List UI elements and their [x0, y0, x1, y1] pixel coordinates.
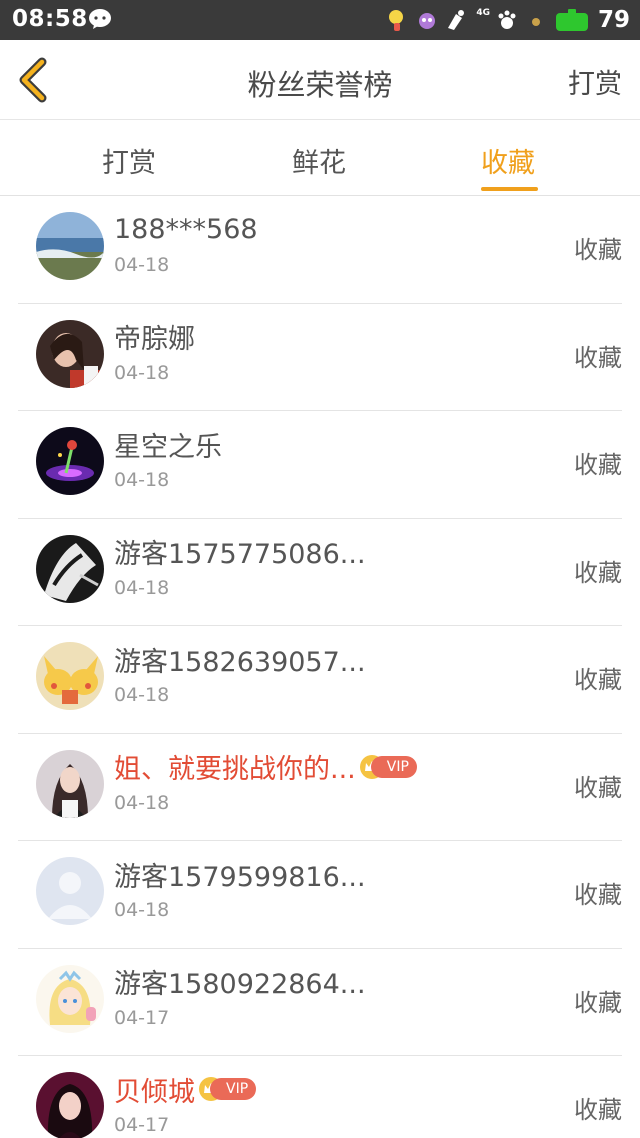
dark-hair-woman-avatar-icon — [36, 1072, 104, 1138]
date-label: 04-17 — [114, 1006, 170, 1029]
list-item[interactable]: 星空之乐 04-18 收藏 — [18, 411, 622, 519]
list-item[interactable]: 游客1580922864... 04-17 收藏 — [18, 949, 622, 1056]
list-item[interactable]: 游客1579599816... 04-18 收藏 — [18, 841, 622, 949]
tab-flowers[interactable]: 鲜花 — [292, 141, 346, 180]
date-label: 04-17 — [114, 1114, 170, 1136]
dark-sketch-avatar-icon — [36, 534, 104, 603]
vip-label: VIP — [370, 755, 417, 778]
date-label: 04-18 — [114, 899, 170, 921]
date-label: 04-18 — [114, 684, 170, 706]
user-name: 星空之乐 — [114, 431, 222, 463]
date-label: 04-18 — [114, 469, 170, 491]
user-name: 帝腙娜 — [114, 324, 195, 355]
action-label: 收藏 — [574, 1096, 622, 1124]
action-label: 收藏 — [574, 451, 622, 479]
status-icons: 4G 79 — [381, 4, 630, 36]
tab-reward[interactable]: 打赏 — [102, 141, 156, 180]
network-label: 4G — [476, 8, 490, 18]
vip-badge: VIP — [198, 1077, 257, 1101]
small-app-icon — [531, 18, 540, 26]
date-label: 04-18 — [114, 791, 170, 814]
action-label: 收藏 — [574, 343, 622, 372]
user-name: 游客1575775086... — [114, 539, 366, 570]
user-name: 游客1579599816... — [114, 861, 366, 893]
user-name: 188***568 — [114, 213, 258, 245]
paw-app-icon — [498, 10, 516, 29]
back-button[interactable] — [10, 54, 60, 106]
anime-girl-avatar-icon — [36, 964, 104, 1033]
reward-button[interactable]: 打赏 — [568, 62, 622, 101]
fan-list: 188***568 04-18 收藏 帝腙娜 04-18 收藏 星空之乐 04-… — [0, 196, 640, 1138]
seascape-avatar-icon — [36, 212, 104, 280]
action-label: 收藏 — [574, 236, 622, 264]
list-item[interactable]: 游客1582639057... 04-18 收藏 — [18, 626, 622, 734]
default-user-avatar-icon — [36, 857, 104, 925]
active-tab-indicator — [481, 187, 538, 191]
vip-label: VIP — [210, 1078, 257, 1100]
status-bar: 08:58 4G 79 — [0, 0, 640, 40]
battery-level: 79 — [597, 7, 630, 33]
action-label: 收藏 — [574, 558, 622, 587]
status-time: 08:58 — [12, 6, 88, 32]
battery-icon — [555, 8, 590, 32]
action-label: 收藏 — [574, 666, 622, 694]
chevron-left-icon — [19, 57, 47, 103]
girl-portrait-avatar-icon — [36, 319, 104, 388]
top-navigation-bar: 粉丝荣誉榜 打赏 — [0, 40, 640, 120]
date-label: 04-18 — [114, 254, 170, 276]
list-item[interactable]: 游客1575775086... 04-18 收藏 — [18, 519, 622, 626]
action-label: 收藏 — [574, 988, 622, 1017]
wechat-icon — [88, 8, 112, 30]
clean-app-icon — [448, 10, 465, 30]
vip-badge: VIP — [359, 754, 417, 779]
date-label: 04-18 — [114, 361, 170, 384]
user-name: 姐、就要挑战你的... — [114, 754, 356, 785]
date-label: 04-18 — [114, 576, 170, 599]
starlight-avatar-icon — [36, 427, 104, 495]
action-label: 收藏 — [574, 881, 622, 909]
tab-bar: 打赏 鲜花 收藏 — [0, 121, 640, 196]
list-item[interactable]: 姐、就要挑战你的... VIP 04-18 收藏 — [18, 734, 622, 841]
cartoon-notification-icon — [389, 10, 404, 31]
pikachu-avatar-icon — [36, 642, 104, 710]
user-name: 游客1580922864... — [114, 969, 366, 1000]
woman-photo-avatar-icon — [36, 749, 104, 818]
list-item[interactable]: 188***568 04-18 收藏 — [18, 196, 622, 304]
action-label: 收藏 — [574, 773, 622, 802]
user-name: 贝倾城 — [114, 1076, 195, 1108]
page-title: 粉丝荣誉榜 — [247, 68, 393, 102]
cartoon-app-icon — [419, 13, 436, 29]
user-name: 游客1582639057... — [114, 646, 366, 678]
tab-favorites[interactable]: 收藏 — [481, 141, 535, 180]
list-item[interactable]: 帝腙娜 04-18 收藏 — [18, 304, 622, 411]
list-item[interactable]: 贝倾城 VIP 04-17 收藏 — [18, 1056, 622, 1138]
